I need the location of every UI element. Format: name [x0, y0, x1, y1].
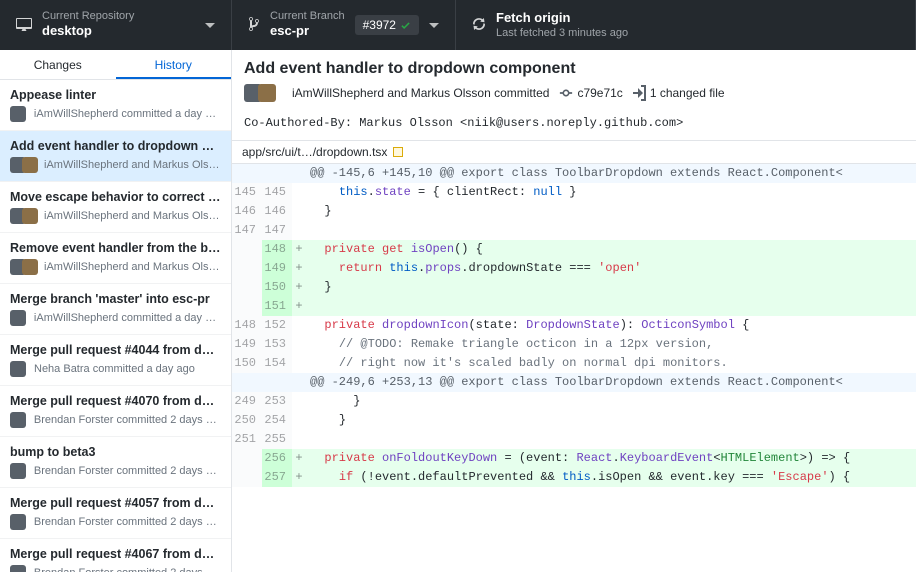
avatar: [22, 208, 38, 224]
commit-item[interactable]: Merge branch 'master' into esc-pr iAmWill…: [0, 284, 231, 335]
repo-label: Current Repository: [42, 10, 134, 23]
tab-changes[interactable]: Changes: [0, 50, 116, 79]
commit-item-title: Merge pull request #4044 from des…: [10, 343, 221, 357]
avatar: [10, 565, 26, 572]
avatar: [10, 412, 26, 428]
file-row[interactable]: app/src/ui/t…/dropdown.tsx: [232, 140, 916, 164]
commit-item[interactable]: Add event handler to dropdown com… iAmWil…: [0, 131, 231, 182]
fetch-label: Fetch origin: [496, 10, 628, 27]
commit-item[interactable]: Merge pull request #4070 from desk… Brend…: [0, 386, 231, 437]
commit-item[interactable]: Merge pull request #4044 from des… Neha B…: [0, 335, 231, 386]
commit-item-byline: Brendan Forster committed 2 days ago: [34, 465, 221, 477]
diff-line: 147147: [232, 221, 916, 240]
diff-line: 145145 this.state = { clientRect: null }: [232, 183, 916, 202]
detail-header: Add event handler to dropdown component …: [232, 50, 916, 110]
branch-selector[interactable]: Current Branch esc-pr #3972: [232, 0, 456, 50]
commit-item[interactable]: Move escape behavior to correct co… iAmWi…: [0, 182, 231, 233]
commit-item-title: Appease linter: [10, 88, 221, 102]
diff-line: 257+ if (!event.defaultPrevented && this…: [232, 468, 916, 487]
commit-authors: iAmWillShepherd and Markus Olsson commit…: [292, 86, 549, 100]
diff-line: @@ -145,6 +145,10 @@ export class Toolba…: [232, 164, 916, 183]
commit-item-title: Merge pull request #4070 from desk…: [10, 394, 221, 408]
commit-item-title: Remove event handler from the bran…: [10, 241, 221, 255]
commit-item[interactable]: Merge pull request #4067 from desk… Brend…: [0, 539, 231, 572]
fetch-status: Last fetched 3 minutes ago: [496, 27, 628, 40]
desktop-icon: [16, 16, 32, 35]
commit-list[interactable]: Appease linter iAmWillShepherd committed …: [0, 80, 231, 572]
diff-line: 249253 }: [232, 392, 916, 411]
toolbar: Current Repository desktop Current Branc…: [0, 0, 916, 50]
commit-item-byline: Brendan Forster committed 2 days ago: [34, 567, 221, 572]
diff-line: 149153 // @TODO: Remake triangle octicon…: [232, 335, 916, 354]
branch-value: esc-pr: [270, 23, 345, 40]
diff-line: 146146 }: [232, 202, 916, 221]
changed-files[interactable]: 1 changed file: [633, 85, 725, 101]
commit-item-title: Add event handler to dropdown com…: [10, 139, 221, 153]
repo-selector[interactable]: Current Repository desktop: [0, 0, 232, 50]
avatar: [22, 259, 38, 275]
commit-item[interactable]: Merge pull request #4057 from desk… Brend…: [0, 488, 231, 539]
commit-item-title: Move escape behavior to correct co…: [10, 190, 221, 204]
commit-item-title: Merge branch 'master' into esc-pr: [10, 292, 221, 306]
diff-line: 151+: [232, 297, 916, 316]
commit-description: Co-Authored-By: Markus Olsson <niik@user…: [232, 110, 916, 140]
file-path: app/src/ui/t…/dropdown.tsx: [242, 145, 387, 159]
commit-item[interactable]: Remove event handler from the bran… iAmWi…: [0, 233, 231, 284]
branch-label: Current Branch: [270, 10, 345, 23]
commit-item-byline: iAmWillShepherd committed a day ago: [34, 312, 221, 324]
commit-item-byline: iAmWillShepherd and Markus Olsson…: [44, 210, 221, 222]
avatar: [10, 463, 26, 479]
commit-sha[interactable]: c79e71c: [559, 86, 622, 100]
commit-item-byline: Brendan Forster committed 2 days ago: [34, 516, 221, 528]
branch-icon: [248, 16, 260, 35]
chevron-down-icon: [205, 18, 215, 32]
commit-item-title: Merge pull request #4057 from desk…: [10, 496, 221, 510]
diff-line: 149+ return this.props.dropdownState ===…: [232, 259, 916, 278]
commit-item-title: Merge pull request #4067 from desk…: [10, 547, 221, 561]
diff-line: 150154 // right now it's scaled badly on…: [232, 354, 916, 373]
commit-item-byline: Neha Batra committed a day ago: [34, 363, 195, 375]
diff-line: 148+ private get isOpen() {: [232, 240, 916, 259]
avatar: [10, 514, 26, 530]
diff-line: 256+ private onFoldoutKeyDown = (event: …: [232, 449, 916, 468]
commit-title: Add event handler to dropdown component: [244, 60, 904, 78]
commit-item[interactable]: Appease linter iAmWillShepherd committed …: [0, 80, 231, 131]
diff-line: 148152 private dropdownIcon(state: Dropd…: [232, 316, 916, 335]
avatar: [10, 106, 26, 122]
sidebar-tabs: Changes History: [0, 50, 231, 80]
avatar: [22, 157, 38, 173]
tab-history[interactable]: History: [116, 50, 232, 79]
diff-line: @@ -249,6 +253,13 @@ export class Toolba…: [232, 373, 916, 392]
modified-icon: [393, 147, 403, 157]
sync-icon: [472, 16, 486, 35]
main: Changes History Appease linter iAmWillShe…: [0, 50, 916, 572]
avatar: [10, 361, 26, 377]
chevron-down-icon: [429, 18, 439, 32]
diff-line: 250254 }: [232, 411, 916, 430]
avatar: [10, 310, 26, 326]
diff-line: 251255: [232, 430, 916, 449]
commit-item-byline: iAmWillShepherd committed a day ago: [34, 108, 221, 120]
diff-line: 150+ }: [232, 278, 916, 297]
fetch-button[interactable]: Fetch origin Last fetched 3 minutes ago: [456, 0, 916, 50]
commit-item[interactable]: bump to beta3 Brendan Forster committed 2…: [0, 437, 231, 488]
commit-item-byline: iAmWillShepherd and Markus Olsson…: [44, 261, 221, 273]
repo-value: desktop: [42, 23, 134, 40]
diff-view[interactable]: @@ -145,6 +145,10 @@ export class Toolba…: [232, 164, 916, 572]
avatar: [258, 84, 276, 102]
commit-item-byline: Brendan Forster committed 2 days ago: [34, 414, 221, 426]
commit-item-byline: iAmWillShepherd and Markus Olsson…: [44, 159, 221, 171]
pr-badge: #3972: [355, 15, 419, 35]
commit-item-title: bump to beta3: [10, 445, 221, 459]
commit-detail: Add event handler to dropdown component …: [232, 50, 916, 572]
sidebar: Changes History Appease linter iAmWillShe…: [0, 50, 232, 572]
